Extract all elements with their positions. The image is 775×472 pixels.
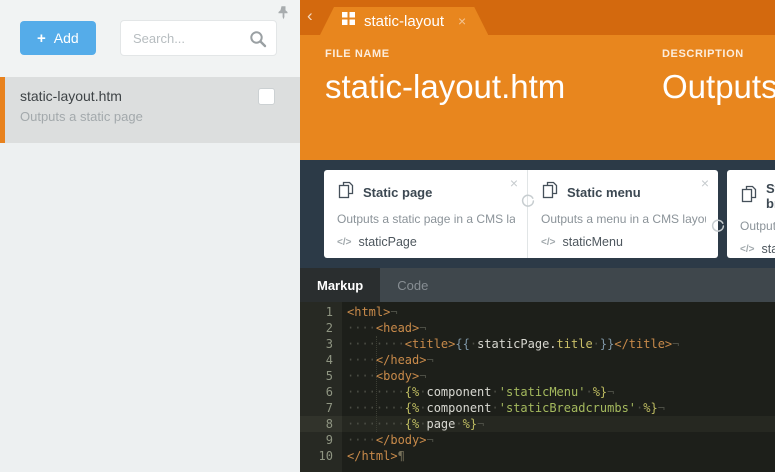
app-window: + Add static-layout.htm Outputs	[0, 0, 775, 472]
document-header: FILE NAME static-layout.htm DESCRIPTION …	[300, 35, 775, 160]
code-line-content: ········{%·page·%}¬	[342, 416, 484, 432]
line-number: 1	[300, 304, 342, 320]
line-number: 10	[300, 448, 342, 464]
code-line[interactable]: 9····</body>¬	[300, 432, 775, 448]
code-line[interactable]: 5····<body>¬	[300, 368, 775, 384]
editor-tabbar: Markup Code	[300, 268, 775, 302]
sidebar-toolbar: + Add	[0, 0, 300, 77]
search-icon	[249, 30, 267, 53]
sidebar: + Add static-layout.htm Outputs	[0, 0, 300, 472]
file-name-label: FILE NAME	[325, 48, 662, 60]
pin-icon[interactable]	[277, 5, 290, 25]
component-description: Outputs a static page in a CMS layout.	[337, 212, 515, 226]
line-number: 3	[300, 336, 342, 352]
line-number: 8	[300, 416, 342, 432]
close-icon[interactable]: ×	[510, 175, 518, 191]
code-line-content: ········{%·component·'staticMenu'·%}¬	[342, 384, 614, 400]
code-line[interactable]: 4····</head>¬	[300, 352, 775, 368]
component-alias: staticBreadcrumbs	[761, 242, 775, 256]
code-line[interactable]: 10</html>¶	[300, 448, 775, 464]
line-number: 7	[300, 400, 342, 416]
code-line[interactable]: 2····<head>¬	[300, 320, 775, 336]
code-tag-icon: </>	[337, 237, 351, 248]
component-card-static-breadcrumbs[interactable]: Static breadcrumbs Outputs breadcrumbs i…	[727, 170, 775, 258]
add-button-label: Add	[54, 30, 79, 46]
file-name-value[interactable]: static-layout.htm	[325, 68, 662, 106]
search-box	[120, 20, 277, 56]
tab-static-layout[interactable]: static-layout ×	[320, 7, 488, 35]
sidebar-item-static-layout[interactable]: static-layout.htm Outputs a static page	[0, 77, 300, 143]
line-number: 2	[300, 320, 342, 336]
tab-label: static-layout	[364, 13, 444, 30]
code-line-content: ········<title>{{·staticPage.title·}}</t…	[342, 336, 679, 352]
code-editor[interactable]: 1<html>¬2····<head>¬3········<title>{{·s…	[300, 302, 775, 472]
component-alias: staticPage	[358, 235, 416, 249]
close-icon[interactable]: ×	[701, 175, 709, 191]
pages-icon	[541, 181, 559, 204]
component-card-group: Static page × Outputs a static page in a…	[324, 170, 718, 258]
list-item-subtitle: Outputs a static page	[20, 109, 300, 124]
description-label: DESCRIPTION	[662, 48, 775, 60]
code-line[interactable]: 3········<title>{{·staticPage.title·}}</…	[300, 336, 775, 352]
component-card-static-menu[interactable]: Static menu × Outputs a menu in a CMS la…	[527, 170, 718, 258]
code-tag-icon: </>	[740, 244, 754, 255]
component-description: Outputs breadcrumbs in a CMS layout.	[740, 219, 775, 233]
component-alias: staticMenu	[562, 235, 622, 249]
plus-icon: +	[37, 31, 46, 46]
code-line-content: ········{%·component·'staticBreadcrumbs'…	[342, 400, 665, 416]
component-card-static-page[interactable]: Static page × Outputs a static page in a…	[324, 170, 527, 258]
file-name-field[interactable]: FILE NAME static-layout.htm	[325, 48, 662, 106]
component-title: Static menu	[567, 185, 641, 200]
component-title: Static breadcrumbs	[766, 181, 775, 211]
document-tabbar: ‹ static-layout ×	[300, 0, 775, 35]
back-chevron-icon[interactable]: ‹	[307, 6, 313, 26]
refresh-arrow-icon	[520, 193, 536, 214]
line-number: 6	[300, 384, 342, 400]
line-number: 5	[300, 368, 342, 384]
code-line[interactable]: 8········{%·page·%}¬	[300, 416, 775, 432]
pages-icon	[337, 181, 355, 204]
code-line-content: ····<body>¬	[342, 368, 427, 384]
code-line-content: <html>¬	[342, 304, 398, 320]
code-tag-icon: </>	[541, 237, 555, 248]
close-icon[interactable]: ×	[458, 13, 466, 29]
code-line[interactable]: 1<html>¬	[300, 304, 775, 320]
code-line[interactable]: 7········{%·component·'staticBreadcrumbs…	[300, 400, 775, 416]
line-number: 4	[300, 352, 342, 368]
code-line-content: </html>¶	[342, 448, 405, 464]
main-panel: ‹ static-layout × FILE NAME	[300, 0, 775, 472]
description-value[interactable]: Outputs a static page	[662, 68, 775, 106]
code-line[interactable]: 6········{%·component·'staticMenu'·%}¬	[300, 384, 775, 400]
code-line-content: ····<head>¬	[342, 320, 427, 336]
pages-icon	[740, 185, 758, 208]
refresh-arrow-icon	[710, 218, 726, 239]
tab-markup[interactable]: Markup	[300, 268, 380, 302]
layout-grid-icon	[342, 12, 355, 30]
list-item-checkbox[interactable]	[258, 88, 275, 105]
tab-code[interactable]: Code	[380, 268, 445, 302]
code-line-content: ····</body>¬	[342, 432, 434, 448]
component-description: Outputs a menu in a CMS layout.	[541, 212, 706, 226]
code-lines: 1<html>¬2····<head>¬3········<title>{{·s…	[300, 304, 775, 464]
indent-guide	[376, 336, 377, 432]
description-field[interactable]: DESCRIPTION Outputs a static page	[662, 48, 775, 106]
code-line-content: ····</head>¬	[342, 352, 434, 368]
add-button[interactable]: + Add	[20, 21, 96, 55]
components-strip: Static page × Outputs a static page in a…	[300, 160, 775, 268]
line-number: 9	[300, 432, 342, 448]
component-title: Static page	[363, 185, 432, 200]
